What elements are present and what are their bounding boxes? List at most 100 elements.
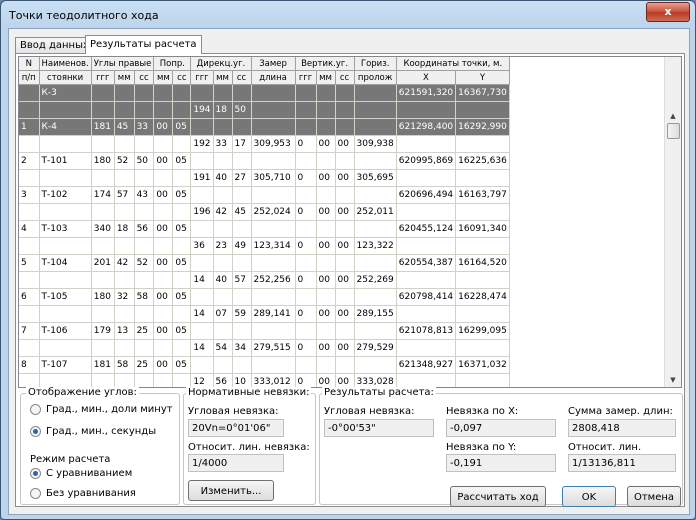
table-cell[interactable]: 0	[295, 203, 317, 221]
column-subheader[interactable]: мм	[114, 70, 135, 85]
table-cell[interactable]	[213, 356, 233, 374]
table-cell[interactable]: 0	[295, 169, 317, 187]
table-cell[interactable]: 201	[91, 254, 115, 272]
table-cell[interactable]	[19, 305, 40, 323]
table-cell[interactable]	[335, 356, 355, 374]
table-cell[interactable]	[335, 254, 355, 272]
table-cell[interactable]: 25	[134, 356, 155, 374]
column-header[interactable]: Координаты точки, м.	[396, 57, 510, 71]
table-cell[interactable]: 00	[335, 305, 355, 323]
table-cell[interactable]	[213, 220, 233, 238]
radio-without-adjustment[interactable]: Без уравнивания	[30, 488, 136, 499]
table-cell[interactable]: 621591,320	[396, 84, 457, 102]
table-cell[interactable]	[251, 322, 296, 340]
column-header[interactable]: N	[19, 57, 40, 71]
table-cell[interactable]: 00	[316, 373, 336, 387]
table-cell[interactable]: 16292,990	[455, 118, 510, 136]
table-cell[interactable]	[335, 322, 355, 340]
table-cell[interactable]: 00	[316, 305, 336, 323]
table-cell[interactable]: 123,322	[354, 237, 397, 255]
table-cell[interactable]	[232, 152, 252, 170]
table-cell[interactable]: 05	[172, 288, 192, 306]
table-cell[interactable]	[455, 373, 510, 387]
table-cell[interactable]	[316, 118, 336, 136]
column-subheader[interactable]: сс	[134, 70, 155, 85]
table-cell[interactable]	[396, 305, 457, 323]
table-cell[interactable]	[213, 186, 233, 204]
table-cell[interactable]: 5	[19, 254, 40, 272]
table-cell[interactable]	[114, 271, 135, 289]
table-cell[interactable]	[354, 186, 397, 204]
table-cell[interactable]	[354, 220, 397, 238]
table-cell[interactable]	[251, 84, 296, 102]
table-cell[interactable]: 252,024	[251, 203, 296, 221]
table-cell[interactable]: 181	[91, 118, 115, 136]
table-cell[interactable]: 00	[316, 203, 336, 221]
table-cell[interactable]	[114, 305, 135, 323]
table-cell[interactable]: Т-105	[39, 288, 92, 306]
table-cell[interactable]: 18	[114, 220, 135, 238]
table-cell[interactable]	[39, 169, 92, 187]
table-cell[interactable]	[19, 101, 40, 119]
table-cell[interactable]: К-3	[39, 84, 92, 102]
table-cell[interactable]	[134, 271, 155, 289]
table-cell[interactable]	[213, 84, 233, 102]
table-cell[interactable]: 16163,797	[455, 186, 510, 204]
table-cell[interactable]: 05	[172, 186, 192, 204]
column-subheader[interactable]: сс	[335, 70, 355, 85]
table-cell[interactable]	[295, 118, 317, 136]
table-cell[interactable]: 13	[114, 322, 135, 340]
table-cell[interactable]: 279,515	[251, 339, 296, 357]
table-cell[interactable]: 252,011	[354, 203, 397, 221]
table-cell[interactable]	[251, 152, 296, 170]
table-cell[interactable]: 16164,520	[455, 254, 510, 272]
table-cell[interactable]	[232, 288, 252, 306]
table-row[interactable]: 14 54 34 279,515 0 00 00 279,529	[19, 339, 510, 357]
column-subheader[interactable]: ггг	[190, 70, 214, 85]
table-cell[interactable]: 05	[172, 254, 192, 272]
table-cell[interactable]: 0	[295, 305, 317, 323]
table-cell[interactable]	[396, 271, 457, 289]
table-cell[interactable]: Т-107	[39, 356, 92, 374]
table-cell[interactable]: 289,155	[354, 305, 397, 323]
table-cell[interactable]	[172, 271, 192, 289]
table-cell[interactable]: 00	[316, 135, 336, 153]
table-cell[interactable]	[19, 169, 40, 187]
column-header[interactable]: Вертик.уг.	[295, 57, 355, 71]
table-cell[interactable]	[172, 237, 192, 255]
column-subheader[interactable]: X	[396, 70, 457, 85]
table-cell[interactable]: 00	[335, 373, 355, 387]
tab-input-data[interactable]: Ввод данных	[15, 37, 94, 53]
table-cell[interactable]	[91, 169, 115, 187]
table-row[interactable]: 191 40 27 305,710 0 00 00 305,695	[19, 169, 510, 187]
table-cell[interactable]: 180	[91, 152, 115, 170]
table-row[interactable]: 12 56 10 333,012 0 00 00 333,028	[19, 373, 510, 387]
table-cell[interactable]: 54	[213, 339, 233, 357]
column-subheader[interactable]: п/п	[19, 70, 40, 85]
table-cell[interactable]: 620696,494	[396, 186, 457, 204]
table-cell[interactable]: 621298,400	[396, 118, 457, 136]
scroll-down-arrow-icon[interactable]: ▼	[665, 373, 681, 387]
table-cell[interactable]: 33	[134, 118, 155, 136]
table-cell[interactable]	[335, 84, 355, 102]
table-cell[interactable]	[295, 186, 317, 204]
table-cell[interactable]	[316, 356, 336, 374]
table-cell[interactable]: 333,028	[354, 373, 397, 387]
table-cell[interactable]	[153, 305, 174, 323]
table-cell[interactable]: 196	[190, 203, 214, 221]
table-cell[interactable]	[134, 339, 155, 357]
table-cell[interactable]: 309,938	[354, 135, 397, 153]
table-cell[interactable]: 7	[19, 322, 40, 340]
table-cell[interactable]: 289,141	[251, 305, 296, 323]
table-cell[interactable]	[114, 203, 135, 221]
radio-with-adjustment[interactable]: С уравниванием	[30, 468, 132, 479]
table-cell[interactable]: 40	[213, 271, 233, 289]
table-cell[interactable]: 16228,474	[455, 288, 510, 306]
table-cell[interactable]	[19, 84, 40, 102]
table-cell[interactable]	[455, 305, 510, 323]
table-cell[interactable]	[335, 220, 355, 238]
table-cell[interactable]	[190, 356, 214, 374]
table-cell[interactable]	[91, 84, 115, 102]
results-grid[interactable]: N Наименов. Углы правые Попр. Дирекц.уг. Заме…	[18, 56, 682, 388]
table-cell[interactable]	[19, 237, 40, 255]
